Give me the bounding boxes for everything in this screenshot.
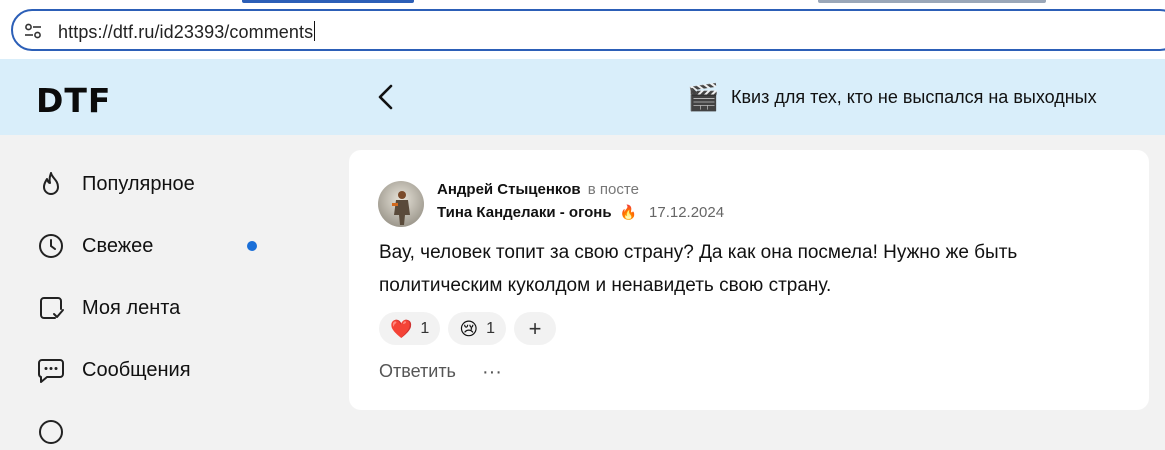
comment-actions: Ответить ··· — [379, 361, 502, 382]
author-avatar[interactable] — [378, 181, 424, 227]
add-reaction-button[interactable]: + — [514, 312, 556, 345]
promo-link[interactable]: 🎬 Квиз для тех, кто не выспался на выход… — [687, 81, 1097, 113]
reaction-heart-button[interactable]: ❤️ 1 — [379, 312, 441, 345]
sidebar-item-partial[interactable] — [36, 414, 82, 450]
heart-icon: ❤️ — [390, 318, 413, 339]
tab-indicator — [242, 0, 414, 3]
fire-icon: 🔥 — [619, 204, 638, 220]
crying-face-icon: 😢 — [459, 318, 479, 339]
tab-indicator — [818, 0, 1046, 3]
comment-text: Вау, человек топит за свою страну? Да ка… — [379, 242, 1018, 296]
comment-author-line: Андрей Стыценков в посте — [437, 181, 639, 198]
sidebar-item-messages[interactable]: Сообщения — [36, 352, 191, 388]
sidebar-item-my-feed[interactable]: Моя лента — [36, 290, 180, 326]
reactions-bar: ❤️ 1 😢 1 + — [379, 312, 564, 345]
sidebar-item-label: Моя лента — [82, 296, 181, 319]
chat-bubble-icon — [36, 355, 66, 385]
more-options-button[interactable]: ··· — [482, 362, 502, 382]
author-name[interactable]: Андрей Стыценков — [437, 181, 581, 198]
site-header: DTF 🎬 Квиз для тех, кто не выспался на в… — [0, 59, 1165, 135]
url-input[interactable]: https://dtf.ru/id23393/comments — [58, 21, 316, 43]
comment-post-line: Тина Канделаки - огонь 🔥 17.12.2024 — [437, 204, 724, 221]
sidebar-item-label: Сообщения — [82, 358, 191, 381]
reaction-crying-button[interactable]: 😢 1 — [448, 312, 506, 345]
clock-icon — [36, 231, 66, 261]
promo-text: Квиз для тех, кто не выспался на выходны… — [731, 86, 1097, 107]
comment-card: Андрей Стыценков в посте Тина Канделаки … — [349, 150, 1149, 410]
reaction-count: 1 — [486, 319, 495, 337]
site-settings-icon[interactable] — [24, 22, 42, 40]
post-title-link[interactable]: Тина Канделаки - огонь — [437, 204, 612, 221]
dtf-logo[interactable]: DTF — [36, 81, 111, 120]
sidebar-item-label: Свежее — [82, 234, 154, 257]
sidebar-item-label: Популярное — [82, 172, 195, 195]
sidebar: Популярное Свежее Моя лента Сообщения — [0, 135, 330, 444]
address-bar[interactable]: https://dtf.ru/id23393/comments — [11, 9, 1165, 51]
back-arrow-icon[interactable] — [370, 79, 404, 115]
sidebar-item-fresh[interactable]: Свежее — [36, 228, 257, 264]
in-post-label: в посте — [587, 181, 639, 198]
feed-check-icon — [36, 293, 66, 323]
comment-date: 17.12.2024 — [649, 204, 725, 221]
sidebar-item-popular[interactable]: Популярное — [36, 166, 195, 202]
new-indicator-dot — [247, 241, 257, 251]
nav-icon-partial — [36, 417, 66, 447]
clapperboard-icon: 🎬 — [687, 82, 720, 112]
browser-toolbar: https://dtf.ru/id23393/comments — [0, 0, 1165, 59]
reaction-count: 1 — [420, 319, 430, 337]
flame-icon — [36, 169, 66, 199]
reply-button[interactable]: Ответить — [379, 361, 456, 382]
